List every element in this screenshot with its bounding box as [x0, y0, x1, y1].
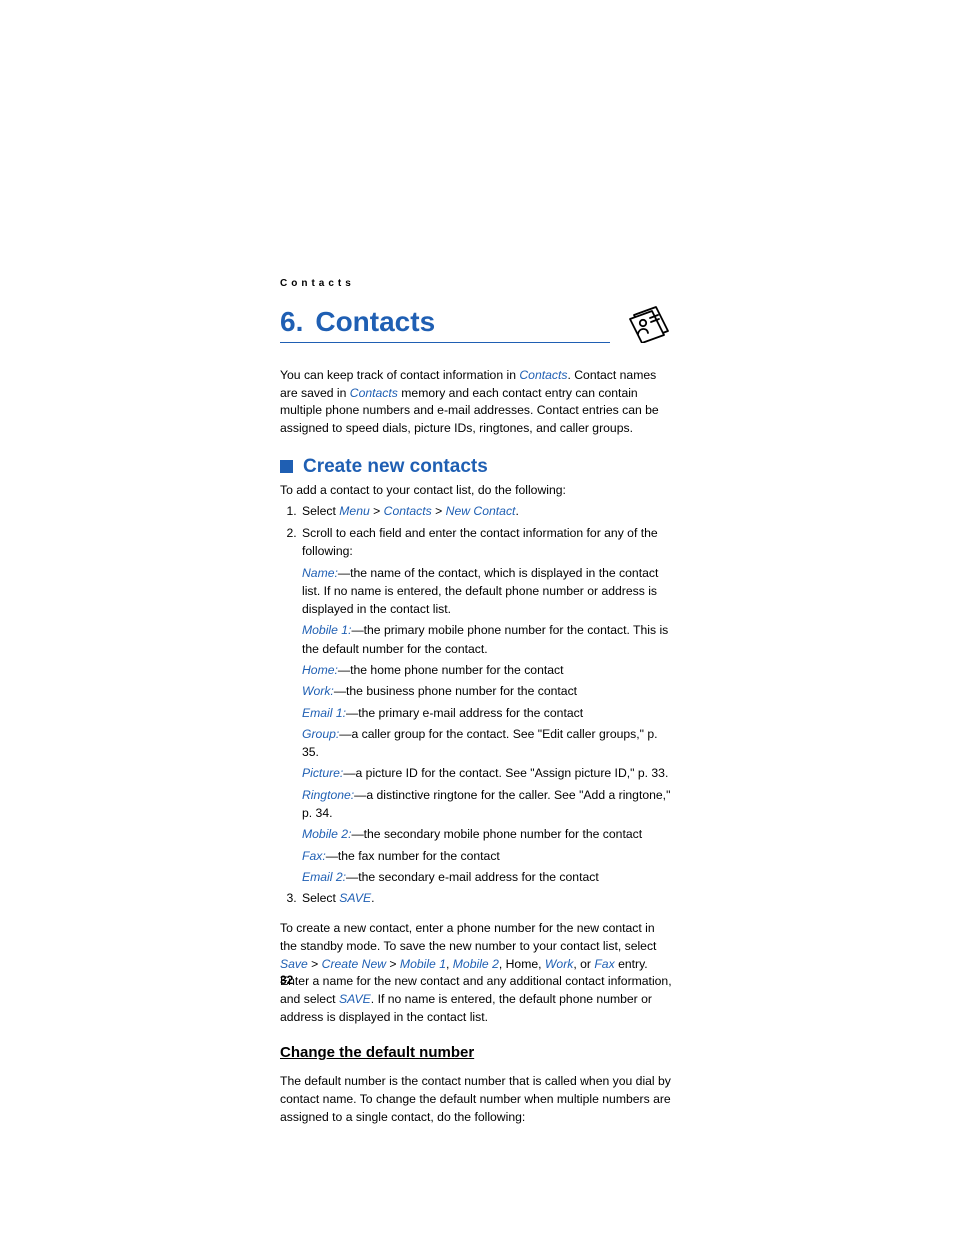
field-fax: Fax:—the fax number for the contact — [302, 847, 674, 865]
mobile1-label: Mobile 1: — [302, 623, 351, 637]
fax-link[interactable]: Fax — [594, 957, 614, 971]
fax-label: Fax: — [302, 849, 326, 863]
chapter-title: 6. Contacts — [280, 306, 610, 343]
square-bullet-icon — [280, 460, 293, 473]
text: > — [370, 504, 384, 518]
text: —a caller group for the contact. See "Ed… — [302, 727, 658, 759]
field-mobile2: Mobile 2:—the secondary mobile phone num… — [302, 825, 674, 843]
text: —the secondary mobile phone number for t… — [351, 827, 642, 841]
steps-list: Select Menu > Contacts > New Contact. Sc… — [280, 503, 674, 908]
text: > — [386, 957, 400, 971]
running-header: Contacts — [280, 278, 674, 289]
section-title: Create new contacts — [303, 456, 488, 478]
work-label: Work: — [302, 684, 334, 698]
contacts-link[interactable]: Contacts — [350, 386, 398, 400]
email2-label: Email 2: — [302, 870, 346, 884]
text: , Home, — [499, 957, 545, 971]
text: —the home phone number for the contact — [338, 663, 564, 677]
home-label: Home: — [302, 663, 338, 677]
picture-label: Picture: — [302, 766, 343, 780]
text: —the primary mobile phone number for the… — [302, 623, 668, 655]
save-link[interactable]: SAVE — [339, 992, 371, 1006]
step-2: Scroll to each field and enter the conta… — [300, 525, 674, 886]
create-lead: To add a contact to your contact list, d… — [280, 482, 674, 500]
page-number: 32 — [280, 973, 293, 987]
text: > — [308, 957, 322, 971]
field-home: Home:—the home phone number for the cont… — [302, 661, 674, 679]
field-email1: Email 1:—the primary e-mail address for … — [302, 704, 674, 722]
group-label: Group: — [302, 727, 339, 741]
field-email2: Email 2:—the secondary e-mail address fo… — [302, 868, 674, 886]
page: Contacts 6. Contacts You can keep track … — [0, 0, 954, 1235]
subsection-change-default-number: Change the default number — [280, 1044, 674, 1061]
save-link[interactable]: Save — [280, 957, 308, 971]
text: Select — [302, 504, 339, 518]
text: —the secondary e-mail address for the co… — [346, 870, 599, 884]
subsection-paragraph: The default number is the contact number… — [280, 1073, 674, 1126]
field-ringtone: Ringtone:—a distinctive ringtone for the… — [302, 786, 674, 823]
step-1: Select Menu > Contacts > New Contact. — [300, 503, 674, 521]
chapter-heading-row: 6. Contacts — [280, 303, 674, 343]
text: —the primary e-mail address for the cont… — [346, 706, 583, 720]
text: , — [446, 957, 453, 971]
field-group: Group:—a caller group for the contact. S… — [302, 725, 674, 762]
text: Select — [302, 891, 339, 905]
text: . — [515, 504, 518, 518]
create-followup-paragraph: To create a new contact, enter a phone n… — [280, 920, 674, 1026]
ringtone-label: Ringtone: — [302, 788, 354, 802]
step-3: Select SAVE. — [300, 890, 674, 908]
text: —the fax number for the contact — [326, 849, 500, 863]
field-name: Name:—the name of the contact, which is … — [302, 564, 674, 619]
field-work: Work:—the business phone number for the … — [302, 682, 674, 700]
contacts-card-icon — [628, 303, 674, 343]
new-contact-link[interactable]: New Contact — [446, 504, 516, 518]
contacts-link[interactable]: Contacts — [384, 504, 432, 518]
mobile1-link[interactable]: Mobile 1 — [400, 957, 446, 971]
text: —the name of the contact, which is displ… — [302, 566, 658, 617]
chapter-number: 6. — [280, 306, 303, 338]
text: . — [371, 891, 374, 905]
contacts-link[interactable]: Contacts — [519, 368, 567, 382]
save-link[interactable]: SAVE — [339, 891, 371, 905]
text: , or — [573, 957, 594, 971]
text: —a picture ID for the contact. See "Assi… — [343, 766, 668, 780]
mobile2-link[interactable]: Mobile 2 — [453, 957, 499, 971]
text: —a distinctive ringtone for the caller. … — [302, 788, 670, 820]
text: —the business phone number for the conta… — [334, 684, 577, 698]
text: > — [432, 504, 446, 518]
text: To create a new contact, enter a phone n… — [280, 921, 656, 953]
text: You can keep track of contact informatio… — [280, 368, 519, 382]
email1-label: Email 1: — [302, 706, 346, 720]
section-create-new-contacts: Create new contacts — [280, 456, 674, 478]
name-label: Name: — [302, 566, 338, 580]
mobile2-label: Mobile 2: — [302, 827, 351, 841]
text: Scroll to each field and enter the conta… — [302, 526, 658, 558]
create-new-link[interactable]: Create New — [322, 957, 386, 971]
work-link[interactable]: Work — [545, 957, 573, 971]
field-mobile1: Mobile 1:—the primary mobile phone numbe… — [302, 621, 674, 658]
intro-paragraph: You can keep track of contact informatio… — [280, 367, 674, 438]
chapter-title-text: Contacts — [315, 306, 435, 338]
menu-link[interactable]: Menu — [339, 504, 370, 518]
field-picture: Picture:—a picture ID for the contact. S… — [302, 764, 674, 782]
